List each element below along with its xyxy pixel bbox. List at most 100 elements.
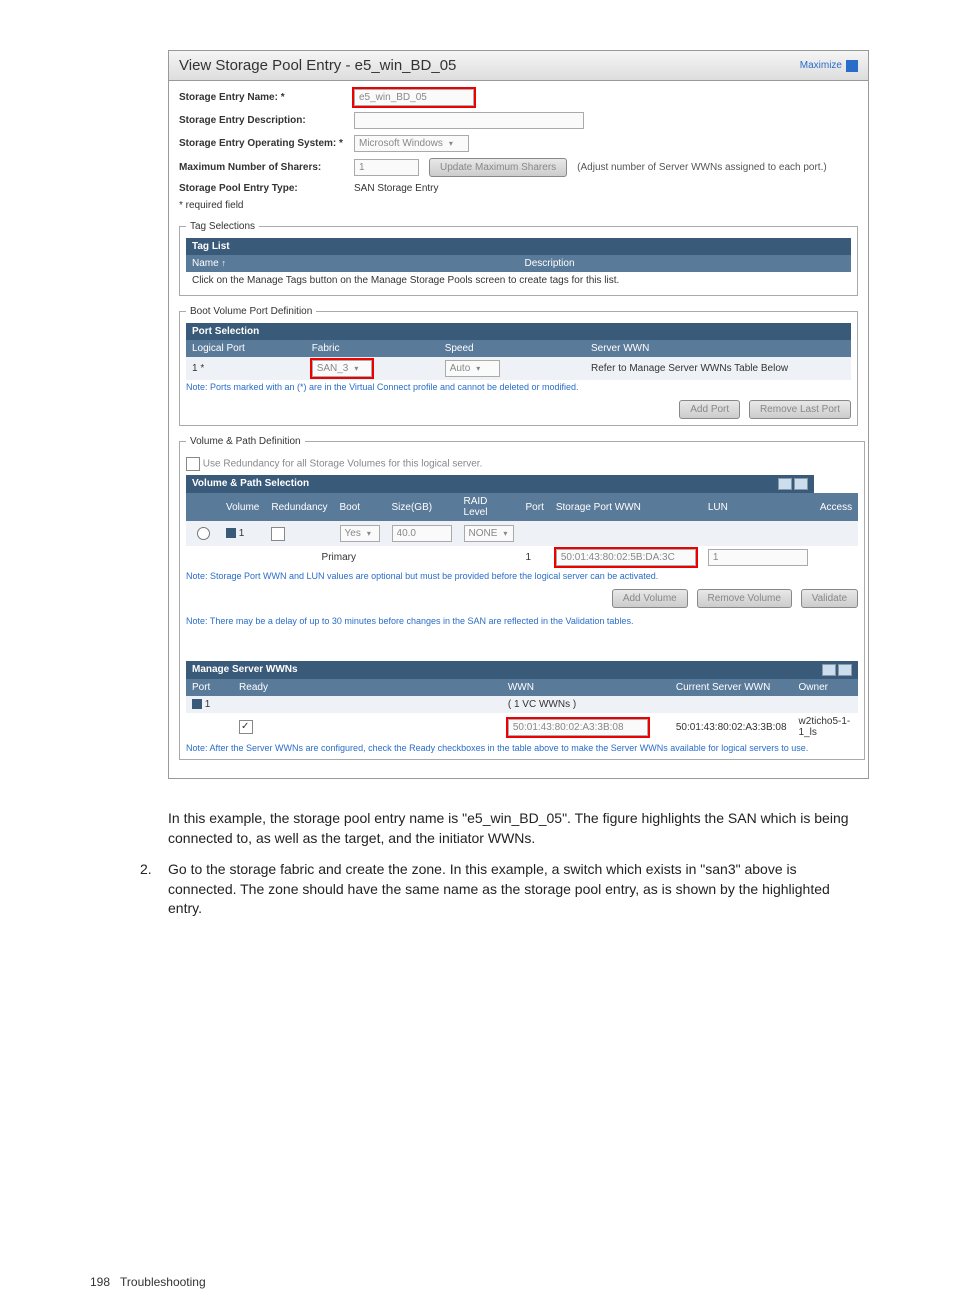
- size-input[interactable]: [392, 525, 452, 542]
- boot-row-port: 1 *: [186, 357, 306, 380]
- sharers-label: Maximum Number of Sharers:: [179, 162, 354, 173]
- path-port: 1: [520, 546, 550, 569]
- vol-num: 1: [239, 528, 245, 539]
- vol-col-port[interactable]: Port: [520, 493, 550, 521]
- vol-col-volume[interactable]: Volume: [220, 493, 265, 521]
- page-number: 198: [90, 1275, 110, 1289]
- wwns-section-title: Manage Server WWNs: [192, 664, 298, 675]
- remove-volume-button[interactable]: Remove Volume: [697, 589, 792, 608]
- collapse-icon[interactable]: [794, 478, 808, 490]
- boot-note: Note: Ports marked with an (*) are in th…: [186, 382, 851, 392]
- desc-input[interactable]: [354, 112, 584, 129]
- remove-last-port-button[interactable]: Remove Last Port: [749, 400, 851, 419]
- raid-dropdown[interactable]: NONE▾: [464, 525, 514, 542]
- volume-section-title: Volume & Path Selection: [192, 478, 309, 489]
- wwn-owner: w2ticho5-1-1_ls: [793, 713, 859, 741]
- wwn-col-port[interactable]: Port: [186, 679, 233, 696]
- volume-radio[interactable]: [197, 527, 210, 540]
- collapse-icon[interactable]: [838, 664, 852, 676]
- wwn-row-summary: 1 ( 1 VC WWNs ): [186, 696, 858, 713]
- speed-value: Auto: [450, 363, 471, 374]
- vol-col-boot[interactable]: Boot: [334, 493, 386, 521]
- wwn-col-current[interactable]: Current Server WWN: [670, 679, 793, 696]
- redundancy-checkbox[interactable]: [186, 457, 200, 471]
- chevron-down-icon: ▾: [449, 139, 453, 148]
- maximize-label: Maximize: [800, 60, 842, 71]
- boot-legend: Boot Volume Port Definition: [186, 306, 316, 317]
- footer-section: Troubleshooting: [120, 1275, 206, 1289]
- volume-note2: Note: There may be a delay of up to 30 m…: [186, 616, 858, 626]
- boot-col-speed[interactable]: Speed: [439, 340, 585, 357]
- wwn-col-owner[interactable]: Owner: [793, 679, 859, 696]
- wwn-port: 1: [205, 699, 211, 710]
- validate-button[interactable]: Validate: [801, 589, 858, 608]
- boot-dropdown[interactable]: Yes▾: [340, 525, 380, 542]
- sharers-hint: (Adjust number of Server WWNs assigned t…: [577, 162, 827, 173]
- lun-input[interactable]: [708, 549, 808, 566]
- body-para1: In this example, the storage pool entry …: [168, 809, 864, 848]
- fabric-dropdown[interactable]: SAN_3 ▾: [312, 360, 372, 377]
- port-icon: [192, 699, 202, 709]
- wwn-col-ready[interactable]: Ready: [233, 679, 502, 696]
- vol-col-access[interactable]: Access: [814, 493, 858, 521]
- volume-path-row: Primary 1: [186, 546, 858, 569]
- update-sharers-button[interactable]: Update Maximum Sharers: [429, 158, 567, 177]
- sort-up-icon: ↑: [221, 258, 226, 268]
- wwn-col-wwn[interactable]: WWN: [502, 679, 670, 696]
- boot-row-wwn: Refer to Manage Server WWNs Table Below: [585, 357, 851, 380]
- speed-dropdown[interactable]: Auto ▾: [445, 360, 500, 377]
- vol-col-size[interactable]: Size(GB): [386, 493, 458, 521]
- os-value: Microsoft Windows: [359, 138, 443, 149]
- wwn-current: 50:01:43:80:02:A3:3B:08: [670, 713, 793, 741]
- tag-empty-msg: Click on the Manage Tags button on the M…: [186, 272, 851, 289]
- redundancy-label: Use Redundancy for all Storage Volumes f…: [203, 459, 483, 470]
- volume-legend: Volume & Path Definition: [186, 436, 305, 447]
- tag-col-desc[interactable]: Description: [519, 255, 852, 272]
- expand-icon[interactable]: [778, 478, 792, 490]
- volume-path-fieldset: Volume & Path Definition Use Redundancy …: [179, 436, 865, 760]
- vol-col-spwwn[interactable]: Storage Port WWN: [550, 493, 702, 521]
- boot-table-row: 1 * SAN_3 ▾ Auto ▾: [186, 357, 851, 380]
- ready-checkbox[interactable]: [239, 720, 253, 734]
- wwns-note: Note: After the Server WWNs are configur…: [186, 743, 858, 753]
- vol-col-redundancy[interactable]: Redundancy: [265, 493, 333, 521]
- volume-row: 1 Yes▾ NONE▾: [186, 521, 858, 546]
- chevron-down-icon: ▾: [476, 364, 480, 373]
- tag-col-name[interactable]: Name ↑: [186, 255, 519, 272]
- wwn-row-detail: 50:01:43:80:02:A3:3B:08 w2ticho5-1-1_ls: [186, 713, 858, 741]
- maximize-link[interactable]: Maximize: [800, 60, 858, 72]
- port-selection-title: Port Selection: [186, 323, 851, 340]
- storage-port-wwn-input[interactable]: [556, 549, 696, 566]
- type-value: SAN Storage Entry: [354, 183, 438, 194]
- boot-col-port[interactable]: Logical Port: [186, 340, 306, 357]
- tag-list-title: Tag List: [186, 238, 851, 255]
- os-label: Storage Entry Operating System: *: [179, 138, 354, 149]
- fabric-value: SAN_3: [317, 363, 349, 374]
- boot-col-fabric[interactable]: Fabric: [306, 340, 439, 357]
- vol-col-lun[interactable]: LUN: [702, 493, 814, 521]
- name-input[interactable]: [354, 89, 474, 106]
- tag-selections-fieldset: Tag Selections Tag List Name ↑ Descripti…: [179, 221, 858, 296]
- wwn-count: ( 1 VC WWNs ): [502, 696, 670, 713]
- sharers-input[interactable]: [354, 159, 419, 176]
- expand-icon[interactable]: [822, 664, 836, 676]
- wwn-input[interactable]: [508, 719, 648, 736]
- body-para2: Go to the storage fabric and create the …: [168, 860, 864, 919]
- volume-note1: Note: Storage Port WWN and LUN values ar…: [186, 571, 858, 581]
- os-dropdown[interactable]: Microsoft Windows ▾: [354, 135, 469, 152]
- vol-col-raid[interactable]: RAID Level: [458, 493, 520, 521]
- name-label: Storage Entry Name: *: [179, 92, 354, 103]
- add-volume-button[interactable]: Add Volume: [612, 589, 688, 608]
- type-label: Storage Pool Entry Type:: [179, 183, 354, 194]
- required-note: * required field: [179, 200, 858, 211]
- volume-icon: [226, 528, 236, 538]
- desc-label: Storage Entry Description:: [179, 115, 354, 126]
- primary-label: Primary: [220, 546, 458, 569]
- tag-legend: Tag Selections: [186, 221, 259, 232]
- add-port-button[interactable]: Add Port: [679, 400, 740, 419]
- boot-col-wwn[interactable]: Server WWN: [585, 340, 851, 357]
- list-number: 2.: [140, 860, 152, 880]
- chevron-down-icon: ▾: [367, 529, 371, 538]
- vol-redundancy-checkbox[interactable]: [271, 527, 285, 541]
- chevron-down-icon: ▾: [503, 529, 507, 538]
